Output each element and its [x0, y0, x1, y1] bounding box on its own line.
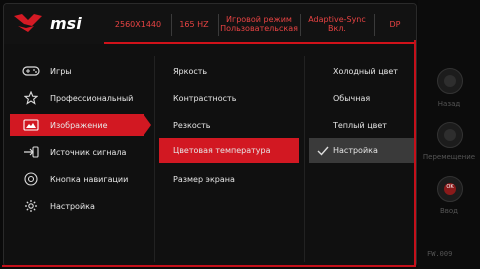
sync-line2: Вкл.	[328, 24, 346, 33]
menu-item-input-source[interactable]: Источник сигнала	[10, 141, 144, 163]
menu-item-games[interactable]: Игры	[10, 60, 144, 82]
input-readout: DP	[389, 19, 401, 29]
image-icon	[22, 118, 40, 132]
option-warm[interactable]: Теплый цвет	[309, 114, 416, 136]
option-custom[interactable]: Настройка	[309, 138, 416, 163]
header-accent-line	[104, 42, 416, 44]
back-key-label: Назад	[437, 100, 461, 108]
enter-key-text: OK	[446, 184, 454, 190]
sync-line1: Adaptive-Sync	[308, 15, 366, 24]
option-custom-label: Настройка	[333, 146, 378, 155]
active-arrow-icon	[143, 114, 151, 136]
move-key-icon[interactable]	[437, 122, 463, 148]
header-separator	[374, 14, 375, 36]
menu-item-nav-key[interactable]: Кнопка навигации	[10, 168, 144, 190]
nav-key-panel: Назад Перемещение OK Ввод	[418, 0, 480, 269]
option-cool[interactable]: Холодный цвет	[309, 60, 416, 82]
svg-text:msi: msi	[50, 14, 82, 33]
accent-border-right	[414, 40, 416, 267]
submenu-item-sharpness[interactable]: Резкость	[159, 114, 299, 136]
option-normal[interactable]: Обычная	[309, 87, 416, 109]
game-mode-line2: Пользовательская	[220, 24, 298, 33]
menu-item-label: Профессиональный	[50, 93, 134, 103]
checkmark-icon	[317, 146, 329, 156]
submenu-item-brightness[interactable]: Яркость	[159, 60, 299, 82]
gamepad-icon	[22, 64, 40, 78]
column-divider	[154, 56, 155, 262]
input-source-icon	[22, 145, 40, 159]
column-divider	[304, 56, 305, 262]
menu-item-label: Настройка	[50, 201, 95, 211]
accent-border-bottom	[2, 265, 416, 267]
game-mode-line1: Игровой режим	[226, 15, 292, 24]
move-key-label: Перемещение	[422, 153, 476, 161]
firmware-version: FW.009	[427, 250, 453, 258]
submenu-item-color-temperature[interactable]: Цветовая температура	[159, 138, 299, 163]
gear-icon	[22, 199, 40, 213]
header-separator	[300, 14, 301, 36]
back-key-icon[interactable]	[437, 68, 463, 94]
msi-logo: msi	[14, 14, 82, 33]
menu-item-label: Изображение	[50, 120, 108, 130]
osd-header: msi 2560X1440 165 HZ Игровой режим Польз…	[4, 4, 416, 44]
refresh-readout: 165 HZ	[179, 19, 209, 29]
joystick-icon	[22, 172, 40, 186]
menu-item-professional[interactable]: Профессиональный	[10, 87, 144, 109]
star-icon	[22, 91, 40, 105]
menu-item-label: Кнопка навигации	[50, 174, 129, 184]
submenu-item-screen-size[interactable]: Размер экрана	[159, 168, 299, 190]
submenu-item-contrast[interactable]: Контрастность	[159, 87, 299, 109]
enter-key-label: Ввод	[439, 207, 459, 215]
enter-key-icon[interactable]: OK	[437, 176, 463, 202]
menu-item-label: Игры	[50, 66, 72, 76]
menu-item-settings[interactable]: Настройка	[10, 195, 144, 217]
osd-window: msi 2560X1440 165 HZ Игровой режим Польз…	[3, 3, 417, 267]
header-separator	[218, 14, 219, 36]
menu-item-image[interactable]: Изображение	[10, 114, 144, 136]
menu-item-label: Источник сигнала	[50, 147, 127, 157]
adaptive-sync-readout: Adaptive-Sync Вкл.	[302, 10, 372, 38]
game-mode-readout: Игровой режим Пользовательская	[220, 10, 298, 38]
resolution-readout: 2560X1440	[114, 19, 162, 29]
